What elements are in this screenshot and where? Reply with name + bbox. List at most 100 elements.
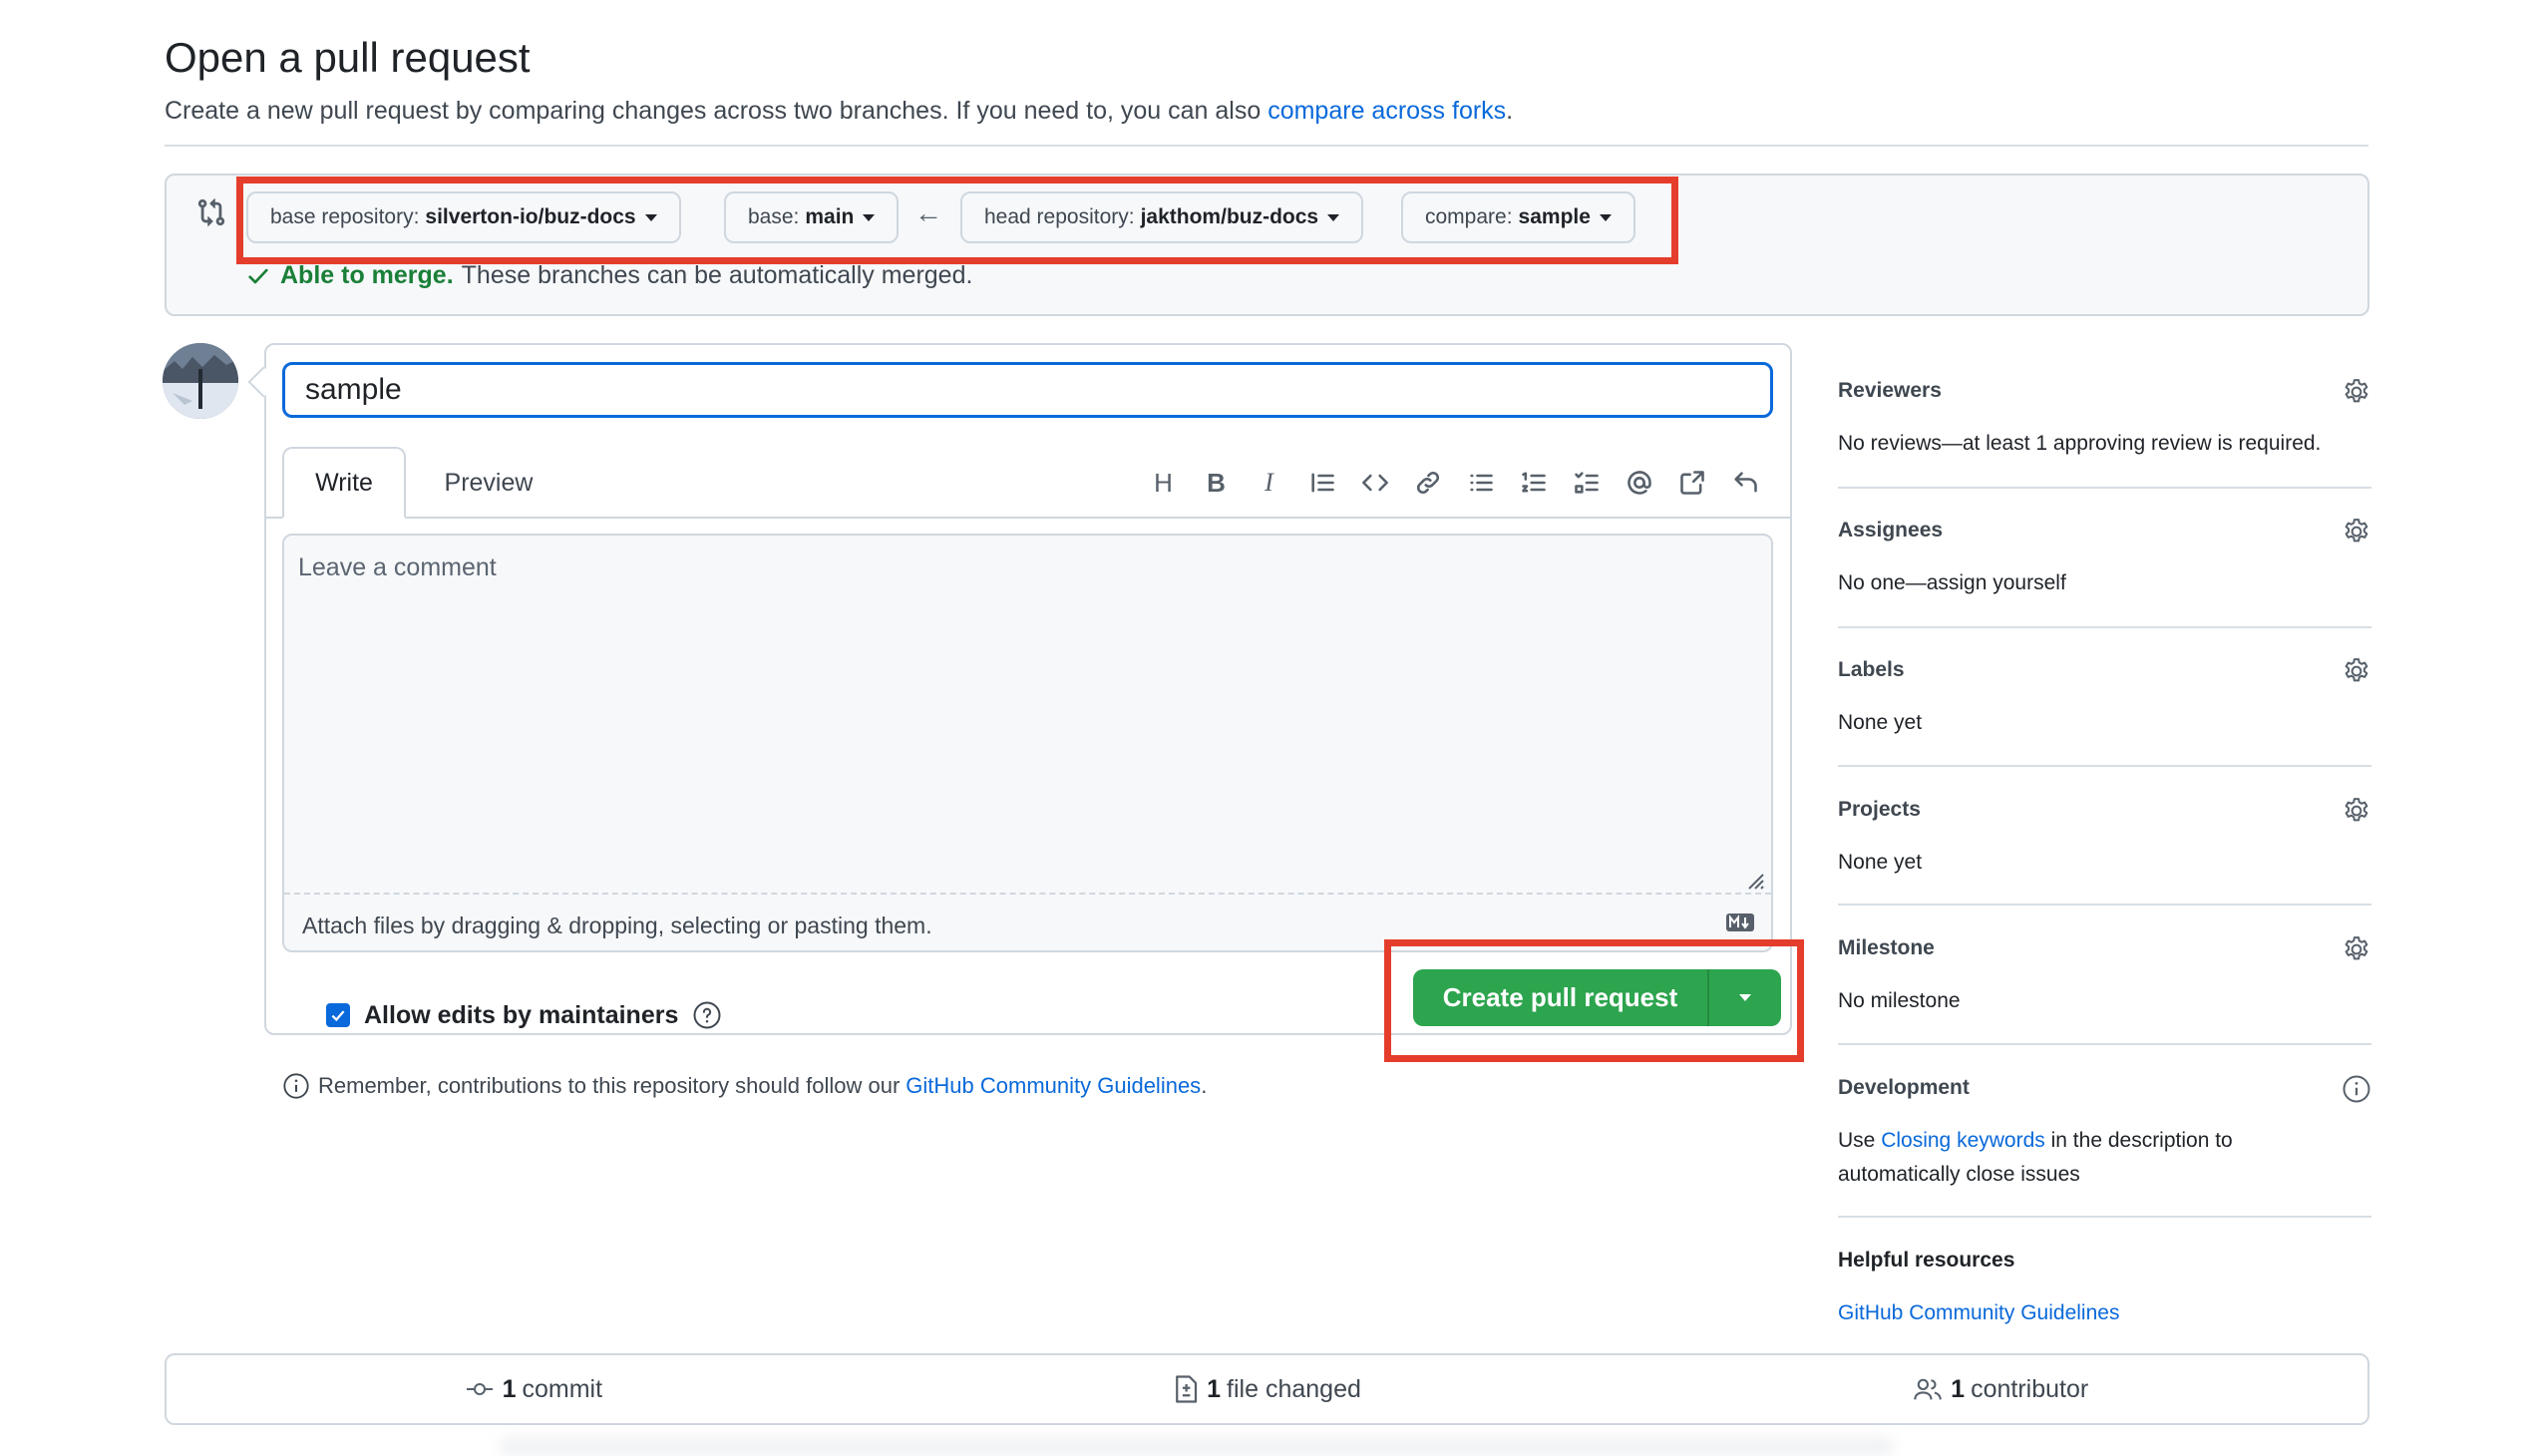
guidelines-reminder: Remember, contributions to this reposito…: [282, 1072, 1207, 1100]
contributors-label: contributor: [1971, 1374, 2089, 1403]
helpful-resources-body: GitHub Community Guidelines: [1838, 1296, 2119, 1330]
tab-write[interactable]: Write: [282, 447, 406, 519]
base-repository-value: silverton-io/buz-docs: [425, 205, 636, 228]
closing-keywords-link[interactable]: Closing keywords: [1881, 1129, 2045, 1152]
files-label: file changed: [1227, 1374, 1361, 1403]
base-branch-value: main: [805, 205, 855, 228]
task-list-icon[interactable]: [1560, 461, 1613, 505]
unordered-list-icon[interactable]: [1454, 461, 1507, 505]
milestone-body: No milestone: [1838, 989, 1961, 1012]
allow-edits-label: Allow edits by maintainers: [364, 1000, 679, 1029]
attach-files-bar[interactable]: Attach files by dragging & dropping, sel…: [284, 893, 1771, 950]
merge-ok-label: Able to merge.: [280, 261, 454, 289]
chevron-down-icon: [1599, 213, 1612, 221]
milestone-heading: Milestone: [1838, 936, 1935, 959]
sidebar-helpful-resources: Helpful resources GitHub Community Guide…: [1838, 1249, 2371, 1324]
sidebar-development: Development Use Closing keywords in the …: [1838, 1075, 2371, 1186]
development-body: Use Closing keywords in the description …: [1838, 1124, 2233, 1192]
merge-status: Able to merge. These branches can be aut…: [246, 261, 972, 290]
allow-edits-checkbox[interactable]: [326, 1003, 350, 1027]
reminder-suffix: .: [1201, 1073, 1208, 1098]
comment-box: Attach files by dragging & dropping, sel…: [282, 534, 1773, 952]
gear-icon[interactable]: [2342, 377, 2371, 407]
helpful-resources-heading: Helpful resources: [1838, 1249, 2015, 1272]
gear-icon[interactable]: [2342, 656, 2371, 686]
assignees-body[interactable]: No one—assign yourself: [1838, 566, 2066, 600]
reviewers-body: No reviews—at least 1 approving review i…: [1838, 432, 2322, 455]
quote-icon[interactable]: [1295, 461, 1348, 505]
create-pull-request-button-group: Create pull request: [1413, 969, 1781, 1026]
tab-preview[interactable]: Preview: [429, 447, 548, 519]
development-heading: Development: [1838, 1076, 1970, 1099]
ordered-list-icon[interactable]: [1507, 461, 1560, 505]
sidebar-divider: [1838, 626, 2371, 628]
gear-icon[interactable]: [2342, 796, 2371, 826]
info-icon[interactable]: [2342, 1074, 2371, 1104]
info-icon: [283, 1073, 309, 1099]
reviewers-heading: Reviewers: [1838, 379, 1942, 402]
code-icon[interactable]: [1348, 461, 1401, 505]
commits-count: 1: [502, 1374, 517, 1403]
sidebar-divider: [1838, 1216, 2371, 1218]
file-diff-icon: [1176, 1375, 1198, 1403]
chevron-down-icon: [1739, 994, 1751, 1001]
sidebar-community-guidelines-link[interactable]: GitHub Community Guidelines: [1838, 1301, 2119, 1324]
community-guidelines-link[interactable]: GitHub Community Guidelines: [905, 1073, 1201, 1099]
chevron-down-icon: [644, 213, 657, 221]
base-branch-select[interactable]: base: main: [724, 191, 900, 243]
files-stat[interactable]: 1 file changed: [901, 1355, 1634, 1423]
head-repository-value: jakthom/buz-docs: [1140, 205, 1319, 228]
gear-icon[interactable]: [2342, 934, 2371, 964]
create-pull-request-button[interactable]: Create pull request: [1413, 982, 1707, 1013]
pr-summary-stats: 1 commit 1 file changed 1 contributor: [165, 1353, 2369, 1425]
sidebar-assignees: Assignees No one—assign yourself: [1838, 517, 2371, 594]
base-repository-select[interactable]: base repository: silverton-io/buz-docs: [246, 191, 681, 243]
development-text-line2: automatically close issues: [1838, 1163, 2080, 1186]
gear-icon[interactable]: [2342, 517, 2371, 546]
page-subtitle: Create a new pull request by comparing c…: [165, 97, 1513, 126]
resize-handle-icon[interactable]: [1741, 867, 1765, 891]
bottom-fade: [499, 1436, 1895, 1456]
mention-icon[interactable]: [1613, 461, 1665, 505]
avatar: [163, 343, 238, 419]
check-icon: [248, 268, 268, 283]
commits-stat[interactable]: 1 commit: [167, 1355, 901, 1423]
bold-icon[interactable]: B: [1190, 461, 1243, 505]
italic-icon[interactable]: I: [1243, 461, 1295, 505]
development-text: Use: [1838, 1129, 1876, 1152]
sidebar-divider: [1838, 487, 2371, 489]
labels-heading: Labels: [1838, 658, 1905, 681]
merge-status-text: These branches can be automatically merg…: [461, 261, 973, 289]
sidebar-projects: Projects None yet: [1838, 798, 2371, 874]
subtitle-suffix: .: [1506, 97, 1514, 125]
help-icon[interactable]: [692, 1000, 722, 1030]
head-repository-select[interactable]: head repository: jakthom/buz-docs: [960, 191, 1364, 243]
link-icon[interactable]: [1401, 461, 1454, 505]
pr-title-input[interactable]: [282, 362, 1773, 418]
markdown-toolbar: H B I: [1137, 461, 1771, 505]
commits-label: commit: [522, 1374, 603, 1403]
base-repository-label: base repository:: [270, 205, 420, 228]
contributors-stat[interactable]: 1 contributor: [1633, 1355, 2367, 1423]
sidebar-reviewers: Reviewers No reviews—at least 1 approvin…: [1838, 379, 2371, 455]
sidebar-divider: [1838, 765, 2371, 767]
reference-icon[interactable]: [1665, 461, 1718, 505]
reminder-text: Remember, contributions to this reposito…: [318, 1073, 901, 1098]
allow-edits-option: Allow edits by maintainers: [326, 1000, 722, 1030]
heading-icon[interactable]: H: [1137, 461, 1190, 505]
compare-branch-select[interactable]: compare: sample: [1401, 191, 1635, 243]
projects-heading: Projects: [1838, 798, 1921, 821]
chevron-down-icon: [1327, 213, 1340, 221]
compare-across-forks-link[interactable]: compare across forks: [1268, 97, 1506, 125]
markdown-icon: [1726, 913, 1754, 931]
files-count: 1: [1207, 1374, 1222, 1403]
contributors-count: 1: [1951, 1374, 1966, 1403]
undo-icon[interactable]: [1718, 461, 1771, 505]
comment-textarea[interactable]: [284, 536, 1771, 895]
compare-branch-label: compare:: [1425, 205, 1513, 228]
range-editor: base repository: silverton-io/buz-docs b…: [165, 174, 2369, 316]
header-divider: [165, 145, 2368, 147]
create-options-dropdown[interactable]: [1709, 969, 1781, 1026]
sidebar-labels: Labels None yet: [1838, 658, 2371, 734]
subtitle-text: Create a new pull request by comparing c…: [165, 97, 1262, 125]
